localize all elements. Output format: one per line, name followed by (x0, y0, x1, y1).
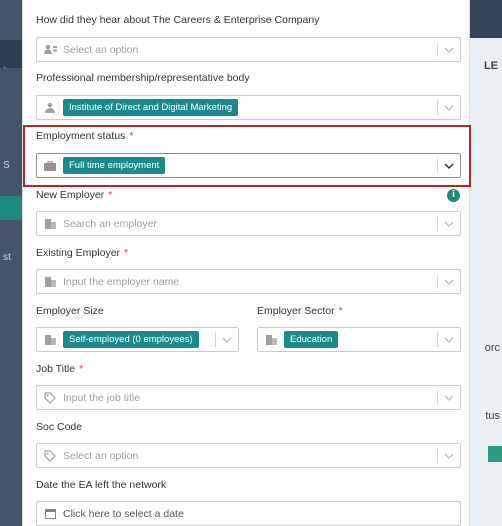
building-icon (37, 218, 63, 229)
membership-value-wrap: Institute of Direct and Digital Marketin… (63, 99, 437, 116)
chevron-down-icon[interactable] (438, 279, 460, 285)
new-employer-select[interactable]: Search an employer (36, 211, 461, 236)
people-icon (37, 102, 63, 113)
soc-code-select[interactable]: Select an option (36, 443, 461, 468)
new-employer-label: New Employer * (36, 189, 113, 201)
hear-about-label: How did they hear about The Careers & En… (36, 14, 320, 26)
calendar-icon (37, 508, 63, 519)
chevron-down-icon[interactable] (438, 221, 460, 227)
employment-modal: How did they hear about The Careers & En… (22, 0, 471, 526)
job-title-label: Job Title * (36, 363, 84, 375)
employer-sector-select[interactable]: Education (257, 327, 461, 352)
existing-employer-select[interactable]: Input the employer name (36, 269, 461, 294)
briefcase-icon (37, 160, 63, 171)
employer-sector-label: Employer Sector * (257, 305, 343, 317)
background-label: LE (483, 60, 498, 72)
chevron-down-icon[interactable] (438, 162, 460, 169)
background-glyph: S (3, 160, 10, 171)
background-left: · S st (0, 0, 22, 526)
required-mark: * (108, 189, 113, 201)
required-mark: * (79, 363, 84, 375)
existing-employer-field: Existing Employer * (36, 245, 128, 261)
job-title-placeholder: Input the job title (63, 391, 141, 404)
date-left-field: Date the EA left the network (36, 477, 166, 493)
membership-label: Professional membership/representative b… (36, 72, 250, 84)
soc-code-field: Soc Code (36, 419, 82, 435)
job-title-field: Job Title * (36, 361, 83, 377)
building-icon (37, 334, 63, 345)
background-glyph: · (3, 62, 7, 73)
employment-status-select[interactable]: Full time employment (36, 153, 461, 178)
info-icon[interactable]: i (447, 189, 460, 202)
chevron-down-icon[interactable] (438, 337, 460, 343)
background-teal-block (0, 196, 22, 220)
employer-sector-value-wrap: Education (284, 331, 437, 348)
employment-status-field: Employment status * (36, 128, 133, 144)
building-icon (258, 334, 284, 345)
background-label: tus (485, 410, 500, 422)
tag-icon (37, 391, 63, 404)
building-icon (37, 276, 63, 287)
date-left-label: Date the EA left the network (36, 479, 167, 491)
employer-size-field: Employer Size (36, 303, 104, 319)
hear-about-select[interactable]: Select an option (36, 37, 461, 62)
chevron-down-icon[interactable] (438, 105, 460, 111)
employer-sector-chip[interactable]: Education (284, 331, 339, 348)
soc-code-label: Soc Code (36, 421, 83, 433)
chevron-down-icon[interactable] (438, 395, 460, 401)
chevron-down-icon[interactable] (438, 47, 460, 53)
employment-status-chip[interactable]: Full time employment (63, 157, 166, 174)
soc-code-placeholder: Select an option (63, 449, 139, 462)
employment-status-value-wrap: Full time employment (63, 157, 437, 174)
chevron-down-icon[interactable] (438, 453, 460, 459)
existing-employer-placeholder: Input the employer name (63, 275, 180, 288)
tag-icon (37, 449, 63, 462)
date-left-input[interactable]: Click here to select a date (36, 501, 461, 526)
job-title-select[interactable]: Input the job title (36, 385, 461, 410)
background-glyph: st (3, 252, 11, 263)
person-tag-icon (37, 44, 63, 55)
date-left-placeholder: Click here to select a date (63, 507, 184, 520)
employer-size-label: Employer Size (36, 305, 104, 317)
required-mark: * (129, 130, 134, 142)
chevron-down-icon[interactable] (216, 337, 238, 343)
membership-field: Professional membership/representative b… (36, 70, 250, 86)
background-label: orc (484, 342, 500, 354)
employment-status-label: Employment status * (36, 130, 134, 142)
required-mark: * (124, 247, 129, 259)
membership-chip[interactable]: Institute of Direct and Digital Marketin… (63, 99, 239, 116)
new-employer-field: New Employer * (36, 187, 112, 203)
employer-size-chip[interactable]: Self-employed (0 employees) (63, 331, 199, 348)
membership-select[interactable]: Institute of Direct and Digital Marketin… (36, 95, 461, 120)
hear-about-field: How did they hear about The Careers & En… (36, 12, 319, 28)
employer-size-value-wrap: Self-employed (0 employees) (63, 331, 215, 348)
hear-about-placeholder: Select an option (63, 43, 139, 56)
employer-size-select[interactable]: Self-employed (0 employees) (36, 327, 239, 352)
employer-sector-field: Employer Sector * (257, 303, 343, 319)
existing-employer-label: Existing Employer * (36, 247, 129, 259)
background-button (488, 446, 502, 462)
new-employer-placeholder: Search an employer (63, 217, 157, 230)
required-mark: * (338, 305, 343, 317)
